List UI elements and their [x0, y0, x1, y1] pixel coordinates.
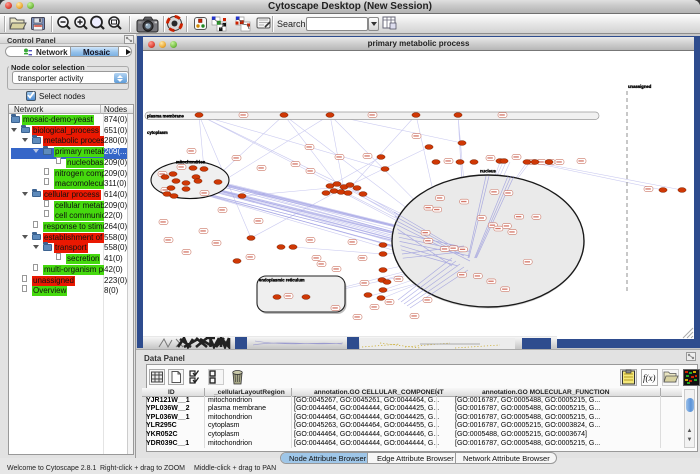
svg-text:nucleus: nucleus: [480, 169, 496, 174]
svg-text:plasma membrane: plasma membrane: [147, 114, 184, 119]
svg-text:f(x): f(x): [643, 373, 656, 383]
svg-text:cytoplasm: cytoplasm: [147, 130, 168, 135]
svg-text:mitochondrion: mitochondrion: [176, 160, 206, 165]
svg-text:endoplasmic reticulum: endoplasmic reticulum: [259, 278, 305, 283]
svg-text:unassigned: unassigned: [628, 84, 652, 89]
